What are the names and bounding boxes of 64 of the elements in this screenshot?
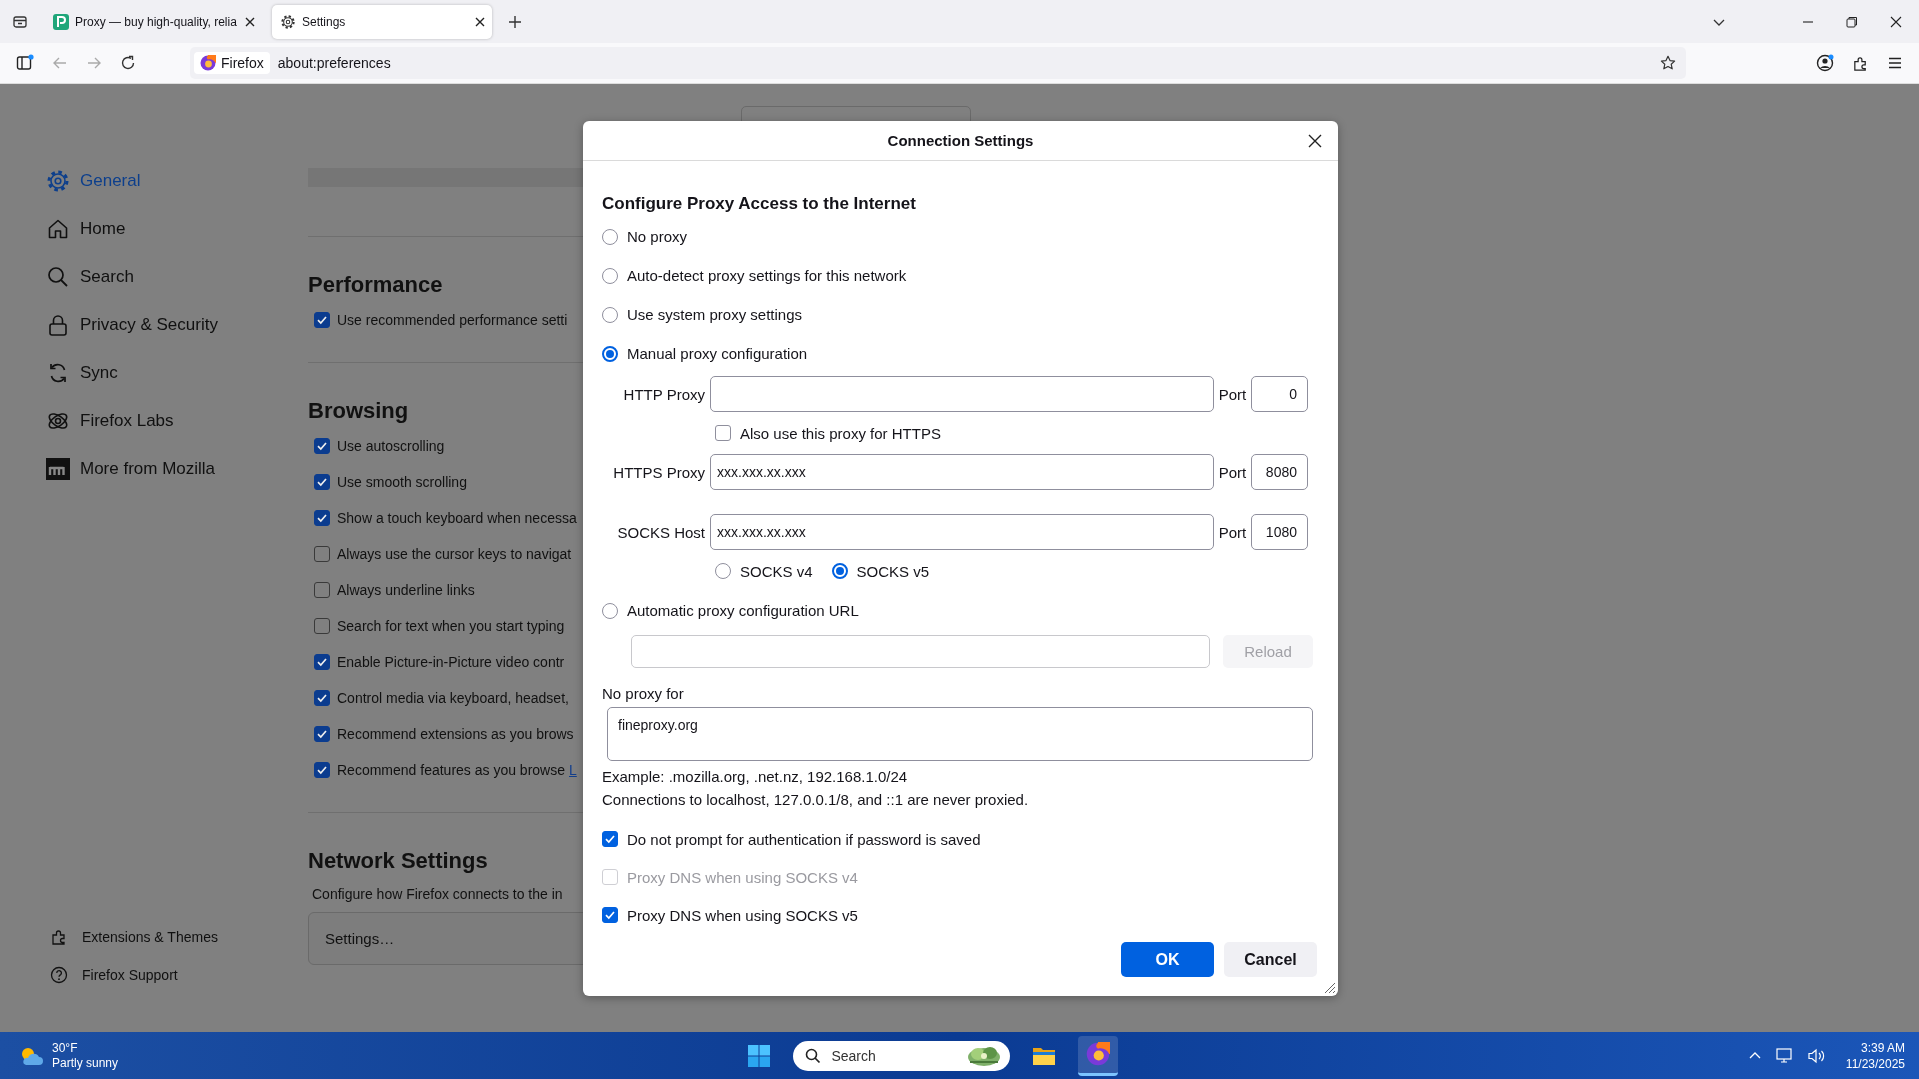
hint-text: Example: .mozilla.org, .net.nz, 192.168.1.0/24	[602, 767, 909, 787]
checkbox-label: Recommend extensions as you brows	[337, 726, 574, 742]
url-text: about:preferences	[277, 55, 391, 71]
radio-label: Manual proxy configuration	[627, 345, 808, 362]
sidebar-item[interactable]: More from Mozilla	[46, 445, 216, 493]
dialog-heading: Configure Proxy Access to the Internet	[602, 193, 917, 215]
temperature-text: 30°F	[52, 1040, 79, 1056]
browser-tab[interactable]: Settings	[272, 4, 492, 39]
checkbox-label: Search for text when you start typing	[337, 618, 565, 634]
dialog-title: Connection Settings	[887, 132, 1034, 149]
field-label: HTTPS Proxy	[612, 463, 706, 481]
section-heading: Network Settings	[308, 847, 489, 875]
checkbox-label: Show a touch keyboard when necessa	[337, 510, 577, 526]
radio-label: SOCKS v4	[740, 562, 813, 580]
clock-date[interactable]: 11/23/2025	[1845, 1055, 1905, 1072]
sidebar-item[interactable]: Search	[46, 253, 134, 301]
text-field[interactable]: xxx.xxx.xx.xxx	[710, 454, 1214, 490]
sidebar-item[interactable]: Firefox Labs	[46, 397, 174, 445]
clock-time[interactable]: 3:39 AM	[1861, 1039, 1905, 1056]
radio-label: SOCKS v5	[856, 562, 930, 580]
port-field[interactable]: 1080	[1251, 514, 1308, 550]
field-label: HTTP Proxy	[622, 385, 706, 403]
checkbox-label: Use smooth scrolling	[337, 474, 467, 490]
port-field[interactable]: 8080	[1251, 454, 1308, 490]
identity-chip[interactable]: Firefox	[194, 52, 270, 74]
cancel-button[interactable]: Cancel	[1224, 942, 1317, 977]
radio-label: Auto-detect proxy settings for this network	[627, 267, 907, 284]
checkbox-label: Use autoscrolling	[337, 438, 445, 454]
sidebar-link[interactable]: Firefox Support	[50, 956, 178, 994]
checkbox-label: Also use this proxy for HTTPS	[740, 424, 941, 442]
checkbox-label: Always use the cursor keys to navigat	[337, 546, 572, 562]
checkbox-label: Recommend features as you browse	[337, 762, 565, 778]
radio-label: Automatic proxy configuration URL	[627, 602, 859, 619]
ok-button[interactable]: OK	[1121, 942, 1214, 977]
field-label: No proxy for	[602, 684, 685, 704]
field-label: Port	[1217, 463, 1248, 481]
checkbox-label: Always underline links	[337, 582, 475, 598]
checkbox-label: Proxy DNS when using SOCKS v4	[627, 868, 858, 886]
browser-tab[interactable]: Proxy — buy high-quality, relia	[45, 4, 262, 39]
weather-text: Partly sunny	[52, 1055, 119, 1071]
checkbox-label: Do not prompt for authentication if password is saved	[627, 830, 981, 848]
hint-text: Connections to localhost, 127.0.0.1/8, and ::1 are never proxied.	[602, 790, 1030, 810]
radio-label: Use system proxy settings	[627, 306, 803, 323]
text-field[interactable]: xxx.xxx.xx.xxx	[710, 514, 1214, 550]
field-label: Port	[1217, 523, 1248, 541]
checkbox-label: Use recommended performance setti	[337, 312, 568, 328]
sidebar-item[interactable]: Home	[46, 205, 126, 253]
port-field[interactable]: 0	[1251, 376, 1308, 412]
field-label: SOCKS Host	[616, 523, 706, 541]
section-heading: Browsing	[308, 397, 410, 425]
checkbox-label: Enable Picture-in-Picture video contr	[337, 654, 565, 670]
sidebar-link[interactable]: Extensions & Themes	[50, 918, 218, 956]
search-field[interactable]: Search	[793, 1040, 1011, 1071]
field-label: Port	[1217, 385, 1248, 403]
section-description: Configure how Firefox connects to the in	[312, 885, 564, 904]
section-heading: Performance	[308, 271, 444, 299]
text-area[interactable]: fineproxy.org	[607, 707, 1313, 761]
sidebar-item[interactable]: Privacy & Security	[46, 301, 218, 349]
radio-label: No proxy	[627, 228, 688, 245]
sidebar-item[interactable]: Sync	[46, 349, 118, 397]
address-bar[interactable]: Firefox about:preferences	[190, 47, 1686, 79]
search-input[interactable]: Search	[829, 1046, 957, 1065]
checkbox-label: Proxy DNS when using SOCKS v5	[627, 906, 858, 924]
checkbox-label: Control media via keyboard, headset,	[337, 690, 569, 706]
